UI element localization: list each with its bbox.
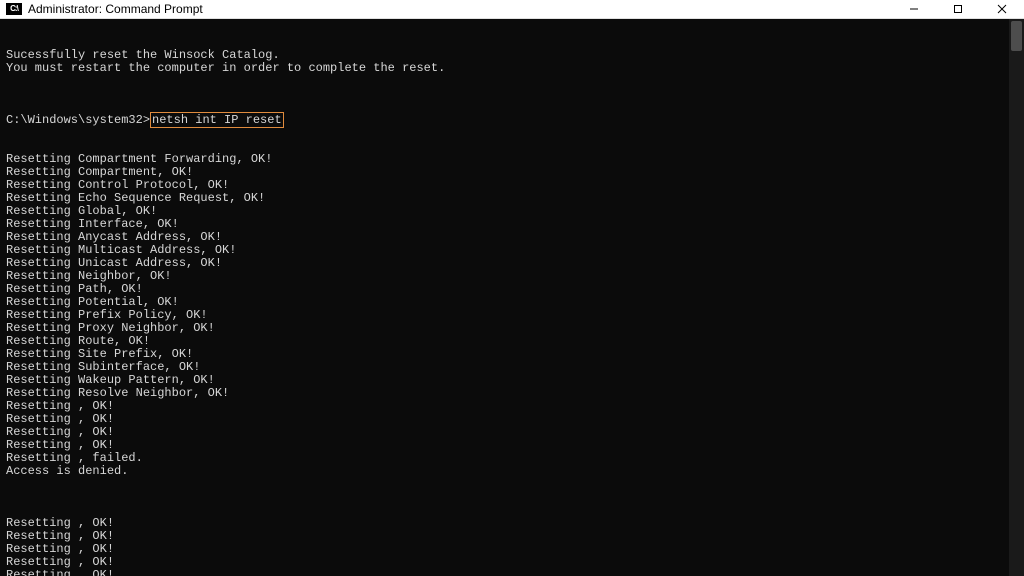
output-line: Resetting , OK!	[6, 413, 1024, 426]
output-line: Resetting Unicast Address, OK!	[6, 257, 1024, 270]
output-line: Resetting , OK!	[6, 426, 1024, 439]
output-post-lines: Resetting , OK!Resetting , OK!Resetting …	[6, 517, 1024, 576]
output-line: Resetting Multicast Address, OK!	[6, 244, 1024, 257]
minimize-button[interactable]	[892, 0, 936, 18]
output-line: Resetting , OK!	[6, 569, 1024, 576]
output-line: Resetting Proxy Neighbor, OK!	[6, 322, 1024, 335]
output-line: You must restart the computer in order t…	[6, 62, 1024, 75]
output-line: Resetting , failed.	[6, 452, 1024, 465]
prompt-path: C:\Windows\system32>	[6, 113, 150, 127]
output-line: Access is denied.	[6, 465, 1024, 478]
output-line: Resetting Wakeup Pattern, OK!	[6, 374, 1024, 387]
command-line-1: C:\Windows\system32>netsh int IP reset	[6, 114, 1024, 127]
scrollbar-thumb[interactable]	[1011, 21, 1022, 51]
output-line: Resetting Control Protocol, OK!	[6, 179, 1024, 192]
output-line: Resetting Interface, OK!	[6, 218, 1024, 231]
output-line: Resetting Potential, OK!	[6, 296, 1024, 309]
window-controls	[892, 0, 1024, 18]
maximize-button[interactable]	[936, 0, 980, 18]
output-line: Resetting , OK!	[6, 439, 1024, 452]
output-intro: Sucessfully reset the Winsock Catalog.Yo…	[6, 49, 1024, 88]
output-line: Resetting , OK!	[6, 400, 1024, 413]
output-line: Resetting Anycast Address, OK!	[6, 231, 1024, 244]
terminal-viewport[interactable]: Sucessfully reset the Winsock Catalog.Yo…	[0, 19, 1024, 576]
minimize-icon	[909, 4, 919, 14]
output-line: Resetting , OK!	[6, 543, 1024, 556]
titlebar[interactable]: C:\ Administrator: Command Prompt	[0, 0, 1024, 19]
close-button[interactable]	[980, 0, 1024, 18]
window: C:\ Administrator: Command Prompt Sucess…	[0, 0, 1024, 576]
output-line: Resetting Neighbor, OK!	[6, 270, 1024, 283]
output-reset-lines: Resetting Compartment Forwarding, OK!Res…	[6, 153, 1024, 491]
vertical-scrollbar[interactable]	[1009, 19, 1024, 576]
output-line: Resetting Echo Sequence Request, OK!	[6, 192, 1024, 205]
output-line: Resetting Global, OK!	[6, 205, 1024, 218]
output-line: Resetting Path, OK!	[6, 283, 1024, 296]
output-line: Resetting , OK!	[6, 530, 1024, 543]
output-line	[6, 478, 1024, 491]
output-line: Sucessfully reset the Winsock Catalog.	[6, 49, 1024, 62]
output-line: Resetting , OK!	[6, 517, 1024, 530]
output-line: Resetting Prefix Policy, OK!	[6, 309, 1024, 322]
output-line: Resetting Subinterface, OK!	[6, 361, 1024, 374]
output-line: Resetting Site Prefix, OK!	[6, 348, 1024, 361]
command-text: netsh int IP reset	[152, 114, 282, 127]
output-line: Resetting Compartment, OK!	[6, 166, 1024, 179]
output-line: Resetting Route, OK!	[6, 335, 1024, 348]
close-icon	[997, 4, 1007, 14]
cmd-icon: C:\	[6, 3, 22, 15]
output-line: Resetting Compartment Forwarding, OK!	[6, 153, 1024, 166]
output-line	[6, 75, 1024, 88]
output-line: Resetting Resolve Neighbor, OK!	[6, 387, 1024, 400]
window-title: Administrator: Command Prompt	[28, 2, 203, 16]
output-line: Resetting , OK!	[6, 556, 1024, 569]
highlighted-command: netsh int IP reset	[150, 112, 284, 128]
maximize-icon	[953, 4, 963, 14]
